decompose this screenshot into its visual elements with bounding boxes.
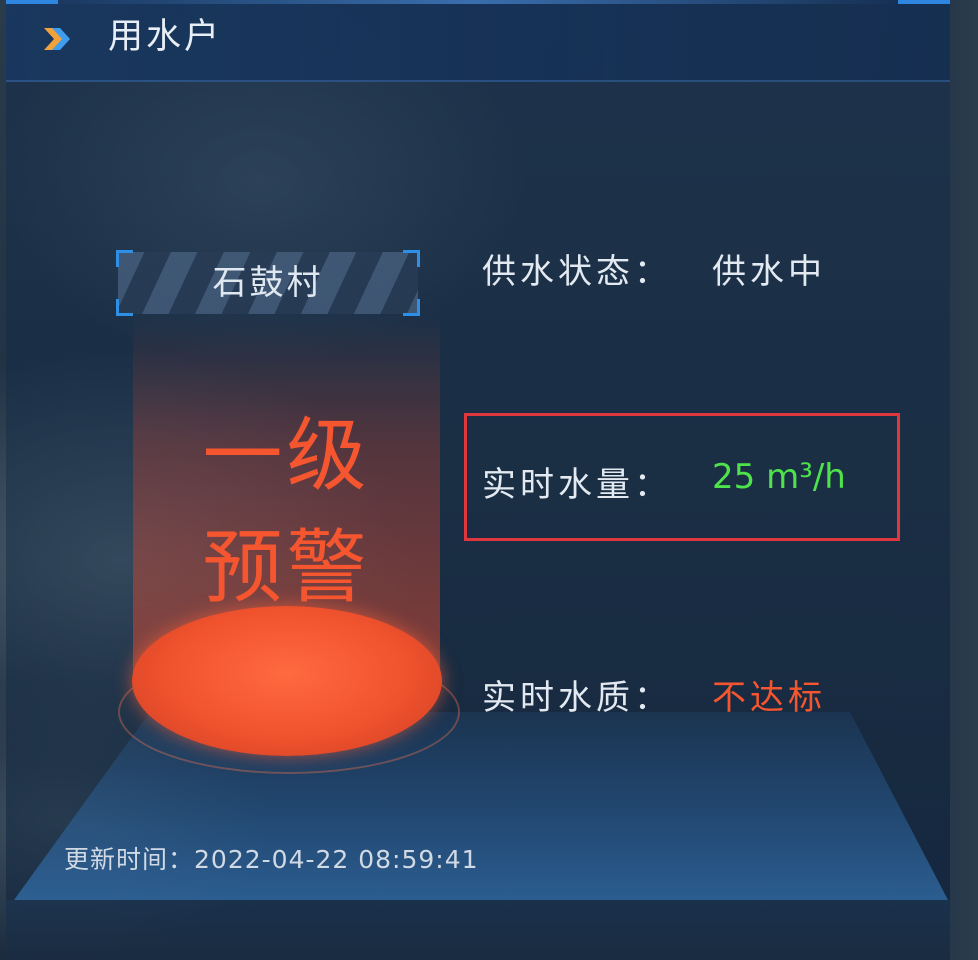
realtime-flow-label: 实时水量： (482, 465, 672, 505)
water-user-panel-frame: 用水户 石鼓村 一级 预警 供水状态： 供水中 实时水量： 25 m³/h 实时… (0, 0, 978, 960)
update-time-label: 更新时间： (64, 845, 195, 874)
supply-status-value: 供水中 (712, 252, 826, 292)
supply-status-label: 供水状态： (482, 252, 672, 292)
update-time: 更新时间：2022-04-22 08:59:41 (64, 840, 479, 876)
update-time-value: 2022-04-22 08:59:41 (194, 845, 479, 874)
warning-disc (132, 606, 442, 756)
warning-level-line2: 预警 (202, 521, 371, 614)
water-quality-label: 实时水质： (482, 678, 672, 718)
warning-level-line1: 一级 (202, 409, 371, 502)
village-name-tag: 石鼓村 (116, 250, 420, 316)
header-top-line (36, 0, 906, 4)
panel-title: 用水户 (108, 17, 223, 57)
header-corner-left (6, 0, 58, 4)
chevron-right-icon (44, 28, 70, 50)
warning-level: 一级 预警 (133, 400, 440, 624)
panel-header: 用水户 (6, 0, 950, 82)
village-name: 石鼓村 (212, 263, 324, 303)
water-quality-value: 不达标 (712, 678, 826, 718)
header-corner-right (898, 0, 950, 4)
panel-bottom-bar (6, 900, 950, 960)
realtime-flow-value: 25 m³/h (712, 457, 846, 497)
